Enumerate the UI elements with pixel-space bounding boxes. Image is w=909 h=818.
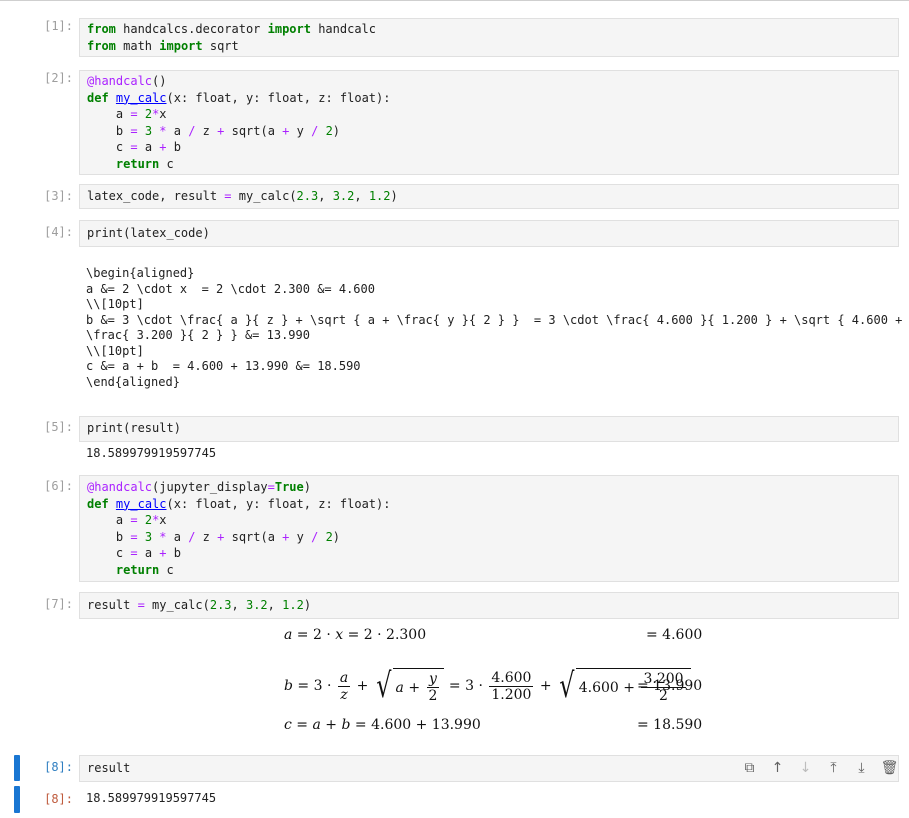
cell-toolbar: ⧉ ↑ ↓ ⤒ ⤓ 🗑 [740,756,899,780]
equation-b: b = 3 · az + √ a + y2 = 3 · 4.600 1.200 + … [284,664,691,708]
cell-editor[interactable]: @handcalc(jupyter_display=True) def my_c… [79,475,899,582]
notebook-top-border [0,0,909,1]
copy-icon[interactable]: ⧉ [740,759,759,778]
cell-editor[interactable]: result ⧉ ↑ ↓ ⤒ ⤓ 🗑 [79,755,899,782]
code-text[interactable]: @handcalc() def my_calc(x: float, y: flo… [80,73,898,172]
delete-icon[interactable]: 🗑 [880,759,899,778]
cell-editor[interactable]: print(latex_code) [79,220,899,247]
input-prompt: [3]: [44,189,73,203]
output-prompt: [8]: [44,792,73,806]
move-down-icon[interactable]: ↓ [796,759,815,778]
equation-a: a = 2 · x = 2 · 2.300 [284,627,427,643]
equation-c-result: = 18.590 [637,717,703,733]
input-prompt: [7]: [44,597,73,611]
equation-b-result: = 13.990 [637,678,703,694]
insert-above-icon[interactable]: ⤒ [824,759,843,778]
code-text[interactable]: result = my_calc(2.3, 3.2, 1.2) [80,597,898,614]
cell-output-latex: \begin{aligned} a &= 2 \cdot x = 2 \cdot… [86,266,903,389]
input-prompt: [5]: [44,420,73,434]
cell-editor[interactable]: result = my_calc(2.3, 3.2, 1.2) [79,592,899,619]
cell-editor[interactable]: from handcalcs.decorator import handcalc… [79,18,899,57]
cell-editor[interactable]: latex_code, result = my_calc(2.3, 3.2, 1… [79,184,899,209]
input-prompt: [6]: [44,479,73,493]
cell-output-result: 18.589979919597745 [86,446,217,460]
rendered-math-output: a = 2 · x = 2 · 2.300 = 4.600 b = 3 · az… [0,620,909,750]
cell-editor[interactable]: print(result) [79,416,899,442]
equation-c: c = a + b = 4.600 + 13.990 [284,717,481,733]
insert-below-icon[interactable]: ⤓ [852,759,871,778]
code-text[interactable]: @handcalc(jupyter_display=True) def my_c… [80,479,898,578]
code-text[interactable]: print(latex_code) [80,225,898,242]
cell-output-result-8: 18.589979919597745 [86,791,217,805]
code-text[interactable]: print(result) [80,420,898,437]
input-prompt: [4]: [44,225,73,239]
input-prompt: [8]: [44,760,73,774]
input-prompt: [2]: [44,71,73,85]
code-text[interactable]: latex_code, result = my_calc(2.3, 3.2, 1… [80,188,898,205]
code-text[interactable]: from handcalcs.decorator import handcalc… [80,21,898,54]
cell-editor[interactable]: @handcalc() def my_calc(x: float, y: flo… [79,70,899,175]
input-prompt: [1]: [44,19,73,33]
equation-a-result: = 4.600 [646,627,703,643]
move-up-icon[interactable]: ↑ [768,759,787,778]
